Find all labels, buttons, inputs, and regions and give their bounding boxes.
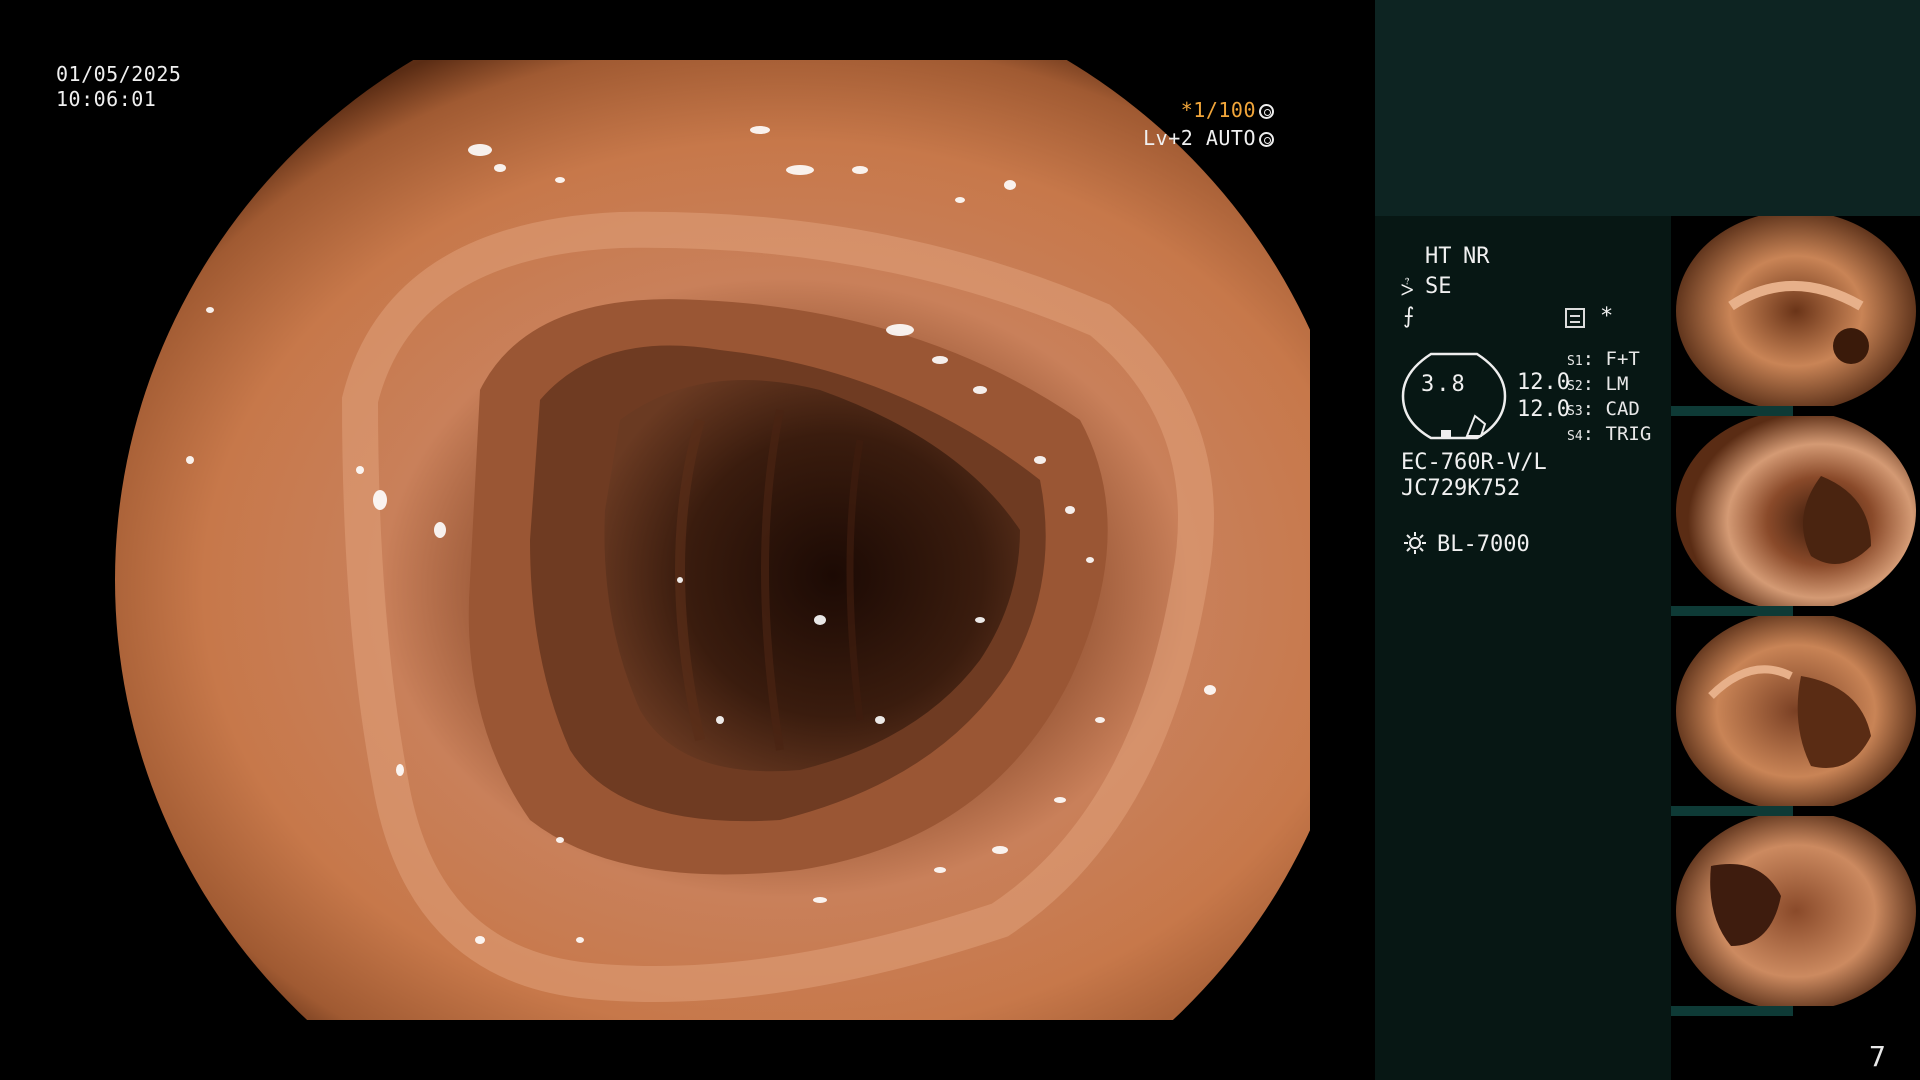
switch-4: S4: TRIG [1567, 423, 1652, 445]
switch-1-key: S1 [1567, 354, 1583, 369]
switch-4-value: TRIG [1605, 423, 1652, 445]
capture-thumbnail[interactable] [1671, 616, 1920, 816]
mode-nr: NR [1463, 244, 1490, 269]
freeze-f-icon: ⨍ [1403, 304, 1415, 329]
level-text: Lv+2 AUTO [1143, 126, 1256, 150]
thumbnail-bar [1671, 806, 1793, 816]
capture-thumbnail[interactable] [1671, 816, 1920, 1016]
level-indicator: Lv+2 AUTO [1143, 126, 1274, 151]
mode-se: SE [1425, 274, 1452, 299]
light-source-name: BL-7000 [1437, 532, 1530, 557]
param-a: 12.0 [1517, 370, 1570, 395]
light-source-icon [1404, 532, 1426, 554]
switch-3-value: CAD [1605, 398, 1640, 420]
info-panel: HT NR ⩼ SE ⨍ * 3.8 12.0 12.0 S1: F+T S2:… [1375, 216, 1671, 1080]
thumbnail-bar-dark [1793, 1006, 1920, 1016]
switch-2-value: LM [1605, 373, 1629, 395]
zoom-indicator: *1/100 [1181, 98, 1274, 123]
switch-2: S2: LM [1567, 373, 1629, 395]
thumbnail-bar [1671, 606, 1793, 616]
capture-thumbnail[interactable] [1671, 216, 1920, 416]
switch-3: S3: CAD [1567, 398, 1640, 420]
capture-thumbnail[interactable] [1671, 416, 1920, 616]
endoscope-view [60, 60, 1310, 1020]
aperture-icon [1259, 104, 1274, 119]
auto-ring-icon [1259, 132, 1274, 147]
thumbnail-bar-dark [1793, 606, 1920, 616]
time-text: 10:06:01 [56, 87, 157, 111]
switch-1-value: F+T [1605, 348, 1640, 370]
scope-model: EC-760R-V/L [1401, 450, 1547, 475]
switch-3-key: S3 [1567, 404, 1583, 419]
thumbnail-bar-dark [1793, 806, 1920, 816]
document-icon [1565, 308, 1585, 328]
page-number: 7 [1869, 1040, 1886, 1073]
enhancement-hook-icon: ⩼ [1401, 276, 1414, 301]
switch-4-key: S4 [1567, 429, 1583, 444]
param-b: 12.0 [1517, 397, 1570, 422]
date-text: 01/05/2025 [56, 62, 182, 86]
timestamp: 01/05/2025 10:06:01 [56, 62, 181, 112]
star-mark: * [1600, 304, 1614, 329]
zoom-text: *1/100 [1180, 98, 1256, 122]
scope-serial: JC729K752 [1401, 476, 1521, 501]
thumbnail-bar [1671, 406, 1793, 416]
thumbnail-bar [1671, 1006, 1793, 1016]
switch-1: S1: F+T [1567, 348, 1640, 370]
mode-ht: HT [1425, 244, 1452, 269]
gauge-value: 3.8 [1421, 372, 1467, 397]
switch-2-key: S2 [1567, 379, 1583, 394]
panel-header-area [1375, 0, 1920, 216]
thumbnail-bar-dark [1793, 406, 1920, 416]
